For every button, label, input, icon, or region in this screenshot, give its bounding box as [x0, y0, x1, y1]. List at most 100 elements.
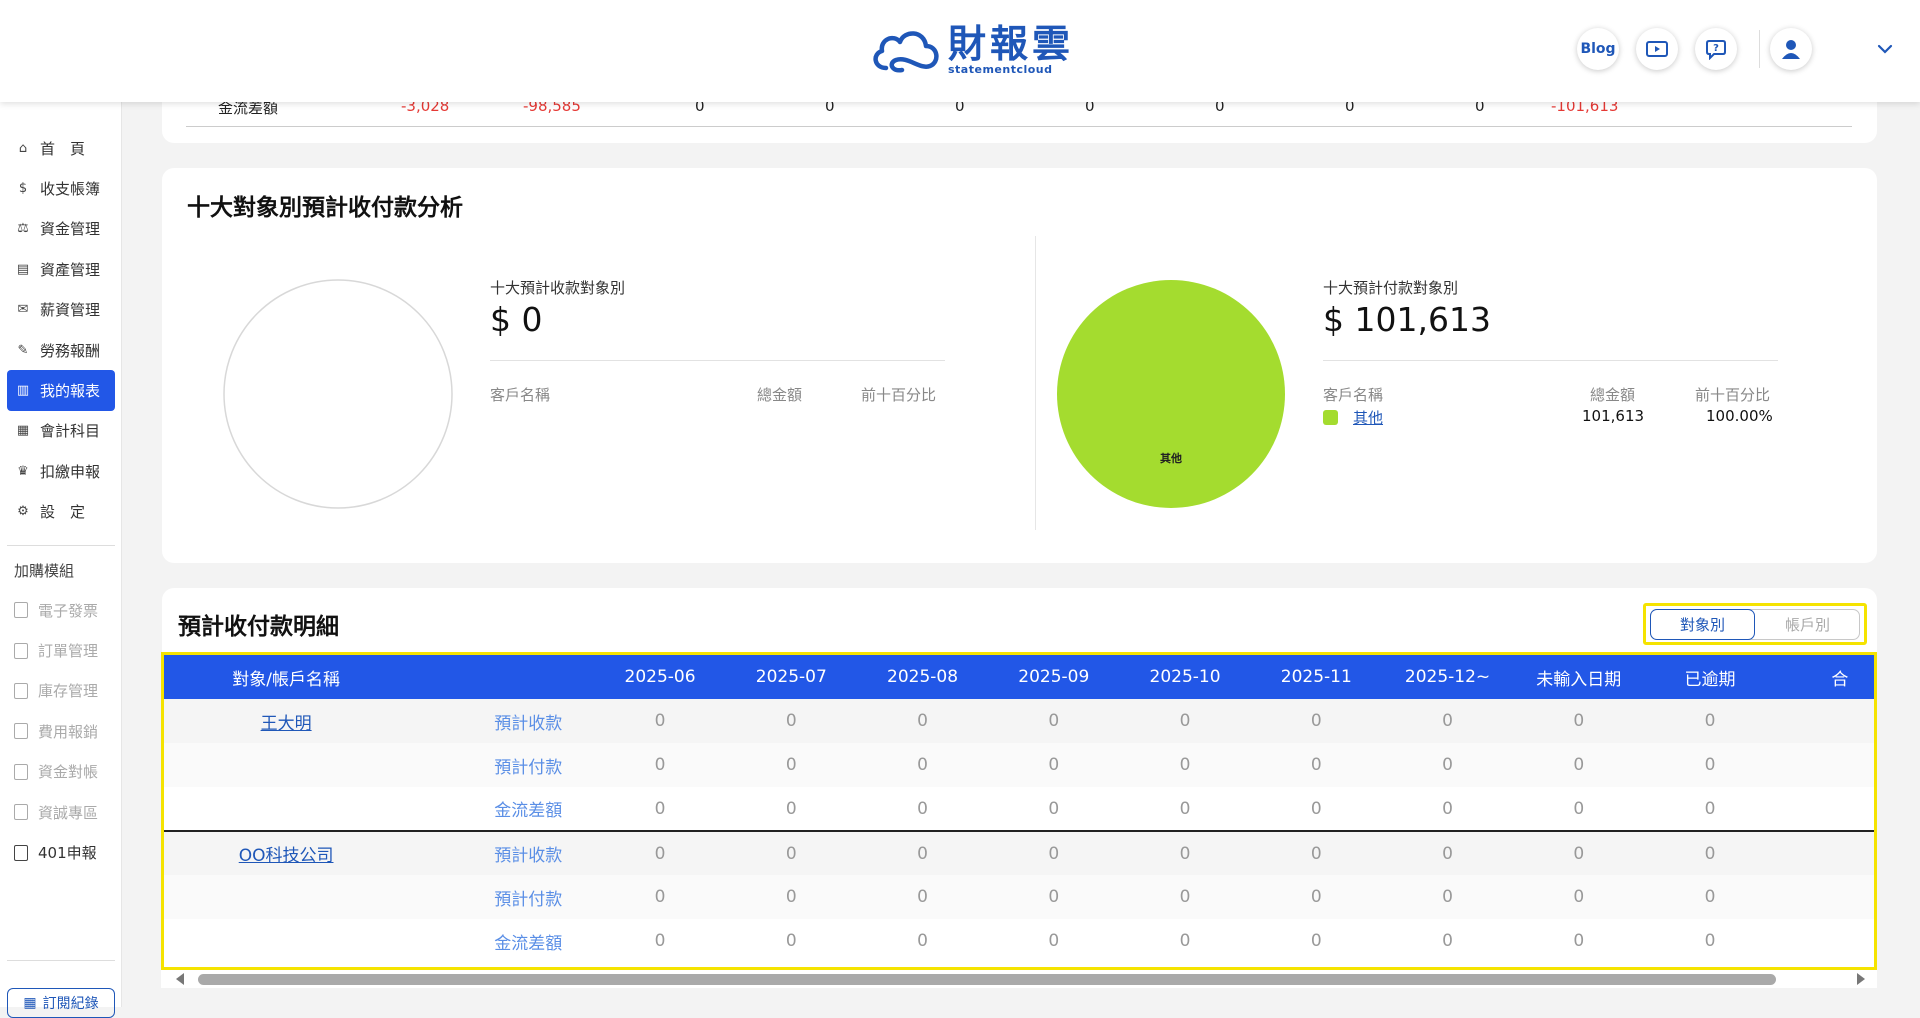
subscription-label: 訂閱紀錄: [42, 996, 99, 1012]
amount-cell: 0: [654, 931, 666, 951]
sidebar-item-reconcile[interactable]: 資金對帳: [0, 752, 122, 792]
payable-col-pct: 前十百分比: [1695, 386, 1771, 404]
sidebar-item-funds[interactable]: ⚖ 資金管理: [0, 209, 122, 249]
scroll-right-arrow-icon[interactable]: [1857, 973, 1865, 985]
sidebar-item-service-fee[interactable]: ✎ 勞務報酬: [0, 330, 122, 370]
table-row: 預計付款 0 0 0 0 0 0 0 0 0: [164, 743, 1874, 787]
col-header: 2025-11: [1250, 655, 1382, 699]
sidebar-nav: ⌂ 首 頁 $ 收支帳簿 ⚖ 資金管理 ▤ 資產管理 ✉ 薪資管理 ✎ 勞務報酬 ▥ 我的報表…: [0, 128, 122, 532]
col-header: [408, 655, 595, 699]
sidebar-item-orders[interactable]: 訂單管理: [0, 630, 122, 670]
amount-cell: 0: [1250, 743, 1382, 787]
help-chat-button[interactable]: ?: [1695, 28, 1737, 70]
scroll-left-arrow-icon[interactable]: [176, 973, 184, 985]
video-guide-button[interactable]: [1636, 28, 1678, 70]
module-icon: [14, 804, 28, 821]
toggle-by-object[interactable]: 對象別: [1650, 609, 1755, 640]
payable-label: 十大預計付款對象別: [1323, 279, 1459, 297]
table-header-row: 對象/帳戶名稱 2025-06 2025-07 2025-08 2025-09 …: [164, 655, 1874, 699]
addon-list: 電子發票 訂單管理 庫存管理 費用報銷 資金對帳 資誠專區 401申報: [0, 590, 122, 873]
pie-slice-other[interactable]: [1057, 280, 1285, 508]
amount-cell: 0: [1381, 787, 1514, 832]
amount-cell: 0: [1119, 831, 1251, 875]
amount-cell: 0: [988, 831, 1120, 875]
col-header: 未輸入日期: [1513, 655, 1645, 699]
amount-cell: 0: [1513, 831, 1645, 875]
sidebar-divider: [7, 545, 115, 546]
amount-cell: 0: [856, 699, 989, 743]
sidebar-item-pwc-zone[interactable]: 資誠專區: [0, 792, 122, 832]
col-header: 2025-10: [1119, 655, 1251, 699]
vertical-scrollbar[interactable]: [1908, 102, 1920, 1007]
toggle-by-account[interactable]: 帳戶別: [1755, 609, 1860, 640]
addon-label: 庫存管理: [38, 682, 99, 701]
amount-cell: 0: [1381, 831, 1514, 875]
chevron-down-icon[interactable]: [1874, 38, 1896, 60]
sidebar-item-accounts[interactable]: ▦ 會計科目: [0, 411, 122, 451]
subscription-button[interactable]: ▦ 訂閱紀錄: [7, 988, 115, 1018]
sidebar-item-expense[interactable]: 費用報銷: [0, 711, 122, 751]
amount-cell: 0: [1179, 931, 1191, 951]
sidebar-divider: [7, 960, 115, 961]
scrollbar-thumb[interactable]: [198, 974, 1776, 985]
brand-logo[interactable]: 財報雲 statementcloud: [868, 22, 1074, 78]
user-avatar-icon: [1782, 40, 1800, 59]
detail-table-wrapper: 對象/帳戶名稱 2025-06 2025-07 2025-08 2025-09 …: [161, 652, 1877, 970]
total-cell: [1775, 831, 1874, 875]
blog-button[interactable]: Blog: [1577, 28, 1619, 70]
object-name-link[interactable]: OO科技公司: [239, 846, 334, 866]
sidebar-item-withholding[interactable]: ♛ 扣繳申報: [0, 451, 122, 491]
payable-col-name: 客戶名稱: [1323, 386, 1384, 404]
addon-label: 訂單管理: [38, 642, 99, 661]
sidebar-item-401[interactable]: 401申報: [0, 832, 122, 872]
withholding-icon: ♛: [17, 463, 29, 479]
total-cell: [1775, 787, 1874, 832]
sidebar-item-salary[interactable]: ✉ 薪資管理: [0, 290, 122, 330]
sidebar-item-reports[interactable]: ▥ 我的報表: [7, 370, 115, 411]
object-name-link[interactable]: 王大明: [261, 714, 312, 734]
amount-cell: 0: [725, 875, 857, 919]
payable-name-link[interactable]: 其他: [1353, 407, 1383, 428]
logo-name: 財報雲: [948, 22, 1075, 66]
sidebar-item-label: 會計科目: [40, 422, 101, 441]
amount-cell: 0: [1381, 875, 1514, 919]
sidebar-item-assets[interactable]: ▤ 資產管理: [0, 249, 122, 289]
amount-cell: 0: [1048, 931, 1060, 951]
amount-cell: 0: [725, 699, 857, 743]
amount-cell: 0: [594, 831, 726, 875]
amount-cell: 0: [1250, 875, 1382, 919]
module-icon: [14, 723, 28, 740]
svg-text:?: ?: [1713, 43, 1719, 54]
total-cell: [1775, 743, 1874, 787]
amount-cell: 0: [725, 743, 857, 787]
legend-swatch-other: [1323, 410, 1338, 425]
payable-total: 101,613: [1582, 407, 1645, 425]
detail-title: 預計收付款明細: [178, 614, 339, 640]
analysis-title: 十大對象別預計收付款分析: [187, 195, 463, 221]
col-header: 已逾期: [1644, 655, 1776, 699]
help-chat-icon: ?: [1706, 40, 1726, 60]
col-header: 2025-09: [988, 655, 1120, 699]
flow-type-cell: 預計收款: [408, 831, 595, 875]
addon-label: 費用報銷: [38, 722, 99, 741]
table-row: OO科技公司 預計收款 0 0 0 0 0 0 0 0 0: [164, 831, 1874, 875]
total-cell: [1776, 919, 1874, 963]
payable-pct: 100.00%: [1706, 407, 1773, 425]
user-avatar-button[interactable]: [1770, 28, 1812, 70]
sidebar-item-label: 薪資管理: [40, 301, 101, 320]
object-name-cell: 王大明: [164, 699, 409, 743]
amount-cell: 0: [785, 931, 797, 951]
sidebar-item-inventory[interactable]: 庫存管理: [0, 671, 122, 711]
sidebar-item-settings[interactable]: ⚙ 設 定: [0, 492, 122, 532]
addon-label: 資誠專區: [38, 803, 99, 822]
addon-label: 電子發票: [38, 601, 99, 620]
amount-cell: 0: [594, 875, 726, 919]
header-divider: [1759, 30, 1760, 68]
amount-cell: 0: [594, 787, 726, 832]
total-cell: [1775, 875, 1874, 919]
sidebar-item-e-invoice[interactable]: 電子發票: [0, 590, 122, 630]
sidebar-item-ledger[interactable]: $ 收支帳簿: [0, 168, 122, 208]
sidebar-item-home[interactable]: ⌂ 首 頁: [0, 128, 122, 168]
table-row: 王大明 預計收款 0 0 0 0 0 0 0 0 0: [164, 699, 1874, 743]
col-header: 2025-08: [856, 655, 989, 699]
